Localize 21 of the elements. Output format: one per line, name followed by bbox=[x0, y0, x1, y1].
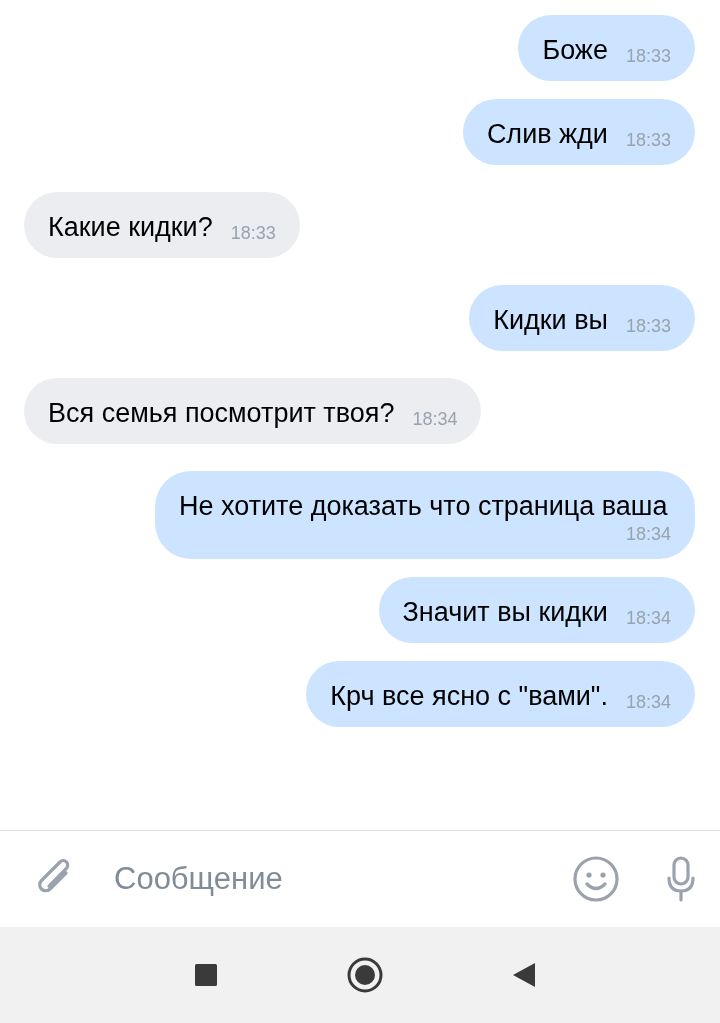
message-text: Кидки вы bbox=[493, 304, 608, 337]
back-icon[interactable] bbox=[513, 963, 535, 987]
message-text: Не хотите доказать что страница ваша bbox=[179, 490, 668, 523]
message-time: 18:33 bbox=[230, 222, 276, 244]
message-time: 18:33 bbox=[625, 45, 671, 67]
message-time: 18:34 bbox=[625, 691, 671, 713]
message-time: 18:33 bbox=[625, 315, 671, 337]
message-text: Боже bbox=[542, 34, 608, 67]
message-text: Вся семья посмотрит твоя? bbox=[48, 397, 395, 430]
microphone-icon[interactable] bbox=[666, 856, 696, 902]
home-icon[interactable] bbox=[347, 957, 383, 993]
message-text: Значит вы кидки bbox=[402, 596, 608, 629]
message-field[interactable]: Сообщение bbox=[112, 860, 550, 898]
message-text: Слив жди bbox=[486, 118, 608, 151]
message-text: Какие кидки? bbox=[48, 211, 213, 244]
smiley-icon[interactable] bbox=[572, 855, 620, 903]
message-time: 18:34 bbox=[625, 607, 671, 629]
message-text: Крч все ясно с "вами". bbox=[330, 680, 608, 713]
message-time: 18:34 bbox=[412, 408, 458, 430]
message-time: 18:33 bbox=[625, 129, 671, 151]
message-time: 18:34 bbox=[625, 523, 671, 545]
